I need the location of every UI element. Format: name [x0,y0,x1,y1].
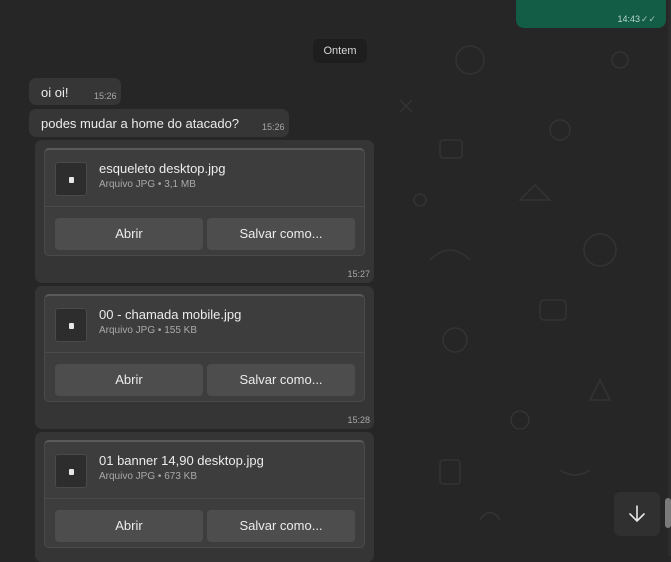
divider [45,498,364,499]
document-icon [55,308,87,342]
message-time: 15:26 [262,122,285,132]
scroll-to-bottom-button[interactable] [614,492,660,536]
arrow-down-icon [629,505,645,522]
open-file-button[interactable]: Abrir [55,218,203,250]
file-attachment-message: esqueleto desktop.jpg Arquivo JPG • 3,1 … [35,140,374,283]
incoming-message: podes mudar a home do atacado? 15:26 [29,109,289,137]
file-preview: 00 - chamada mobile.jpg Arquivo JPG • 15… [44,294,365,402]
message-text: podes mudar a home do atacado? [41,116,240,131]
file-meta: Arquivo JPG • 3,1 MB [99,179,196,190]
file-preview: 01 banner 14,90 desktop.jpg Arquivo JPG … [44,440,365,548]
file-meta: Arquivo JPG • 673 KB [99,471,197,482]
outgoing-message-bubble: 14:43 ✓✓ [516,0,666,28]
message-text: oi oi! [41,85,69,100]
double-check-icon: ✓✓ [640,14,656,24]
save-as-button[interactable]: Salvar como... [207,218,355,250]
file-name: 00 - chamada mobile.jpg [99,307,242,322]
message-time: 14:43 [617,14,640,24]
message-time: 15:26 [94,91,117,101]
message-time: 15:27 [347,269,370,279]
document-icon [55,454,87,488]
divider [45,206,364,207]
file-meta: Arquivo JPG • 155 KB [99,325,197,336]
divider [45,352,364,353]
save-as-button[interactable]: Salvar como... [207,510,355,542]
date-divider: Ontem [313,39,367,63]
file-name: 01 banner 14,90 desktop.jpg [99,453,264,468]
save-as-button[interactable]: Salvar como... [207,364,355,396]
file-name: esqueleto desktop.jpg [99,161,226,176]
scrollbar-thumb[interactable] [665,498,671,528]
open-file-button[interactable]: Abrir [55,510,203,542]
file-attachment-message: 00 - chamada mobile.jpg Arquivo JPG • 15… [35,286,374,429]
message-time: 15:28 [347,415,370,425]
file-attachment-message: 01 banner 14,90 desktop.jpg Arquivo JPG … [35,432,374,562]
file-preview: esqueleto desktop.jpg Arquivo JPG • 3,1 … [44,148,365,256]
open-file-button[interactable]: Abrir [55,364,203,396]
incoming-message: oi oi! 15:26 [29,78,121,105]
document-icon [55,162,87,196]
